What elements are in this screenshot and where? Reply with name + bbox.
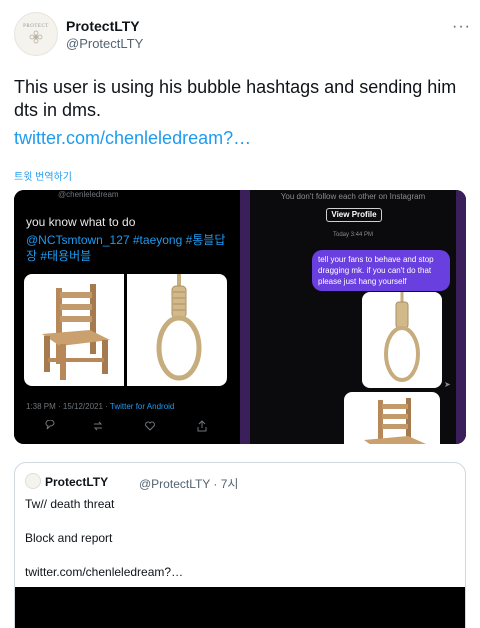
flower-icon [29,30,43,43]
screenshot-meta: 1:38 PM · 15/12/2021 · Twitter for Andro… [26,402,174,411]
dm-noose-image [362,292,442,388]
screenshot-meta-source: Twitter for Android [109,402,175,411]
quoted-avatar [25,473,41,489]
author-handle[interactable]: @ProtectLTY [66,36,143,51]
chair-image [24,274,124,386]
screenshot-actions [44,419,214,434]
screenshot-header: @chenleledream [58,190,119,199]
retweet-icon [92,420,106,434]
quoted-text-line-2: Block and report [25,531,113,545]
view-profile-button: View Profile [326,208,382,222]
like-icon [144,420,158,434]
noose-image [127,274,227,386]
quoted-text-line-1: Tw// death threat [25,497,115,511]
screenshot-text: you know what to do [26,215,136,229]
reply-icon [44,419,58,434]
tweet-link[interactable]: twitter.com/chenleledream?… [14,128,251,149]
quoted-handle-time: @ProtectLTY · 7시 [139,477,239,491]
dm-edge-left [240,190,250,444]
more-options-icon[interactable]: ··· [452,18,471,36]
translate-tweet-link[interactable]: 트윗 번역하기 [14,168,72,183]
dm-chair-image [344,392,440,444]
author-display-name[interactable]: ProtectLTY [66,18,140,34]
tweet-media[interactable]: @chenleledream you know what to do @NCTs… [14,190,466,444]
media-screenshot-left[interactable]: @chenleledream you know what to do @NCTs… [14,190,238,444]
dm-timestamp: Today 3:44 PM [332,232,374,238]
dm-message-bubble: tell your fans to behave and stop draggi… [312,250,450,291]
media-screenshot-right[interactable]: You don't follow each other on Instagram… [240,190,466,444]
send-icon: ➤ [444,380,451,389]
quoted-tweet[interactable]: ProtectLTY @ProtectLTY · 7시 Tw// death t… [14,462,466,628]
tweet-text: This user is using his bubble hashtags a… [14,77,457,120]
author-avatar[interactable]: PROTECT [14,12,58,56]
quoted-link: twitter.com/chenleledream?… [25,565,184,579]
screenshot-hashtags: @NCTsmtown_127 #taeyong #통블답장 #태용버블 [26,233,226,263]
screenshot-meta-time: 1:38 PM · 15/12/2021 · [26,402,110,411]
share-icon [196,420,210,434]
dm-edge-right [456,190,466,444]
quoted-media [15,587,465,628]
dm-follow-notice: You don't follow each other on Instagram [280,192,426,201]
quoted-display-name: ProtectLTY [45,475,109,489]
